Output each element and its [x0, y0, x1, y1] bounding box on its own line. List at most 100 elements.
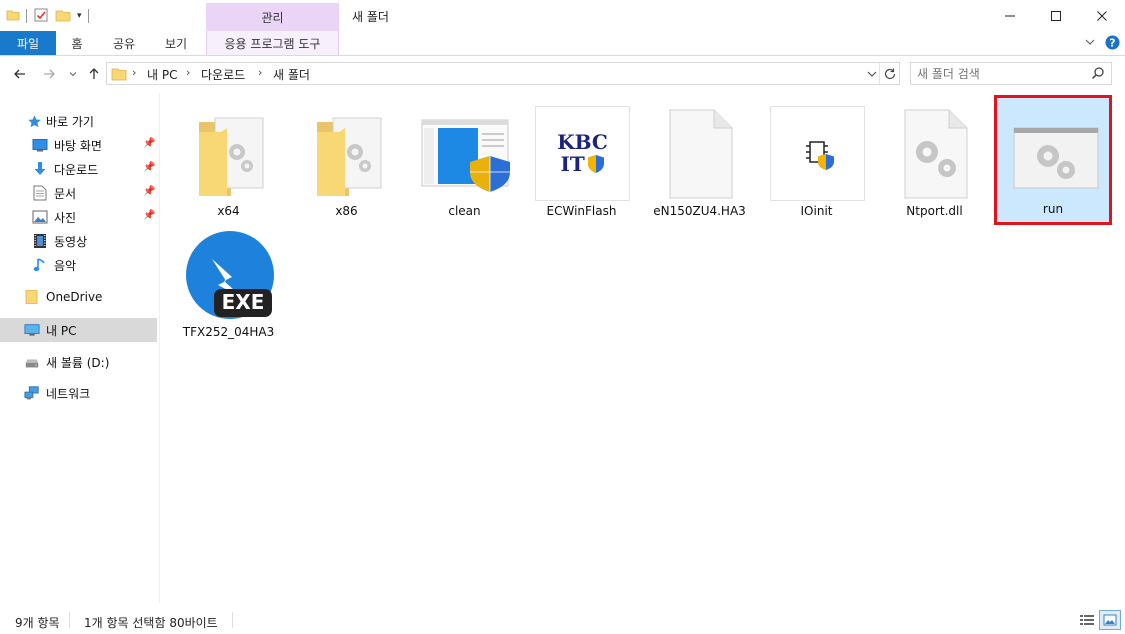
breadcrumb-separator[interactable]: ›	[186, 66, 190, 79]
nav-item-network[interactable]: 네트워크	[0, 381, 157, 405]
details-view-icon	[1080, 615, 1094, 625]
help-button[interactable]: ?	[1105, 35, 1120, 53]
details-view-button[interactable]	[1079, 612, 1095, 631]
shield-icon	[587, 154, 604, 173]
help-icon: ?	[1105, 35, 1120, 50]
back-button[interactable]	[11, 65, 29, 83]
arrow-right-icon	[44, 69, 55, 79]
nav-item-label: 문서	[54, 186, 77, 201]
large-icons-view-icon	[1103, 614, 1117, 626]
video-icon	[32, 233, 48, 249]
customize-qat-icon[interactable]: ▾	[77, 11, 82, 21]
nav-item-music[interactable]: 음악	[0, 253, 157, 277]
nav-item-pictures[interactable]: 사진 📌	[0, 205, 157, 229]
folder-icon	[24, 289, 40, 305]
download-icon	[32, 161, 48, 177]
maximize-button[interactable]	[1033, 0, 1079, 31]
file-item-x64[interactable]: x64	[172, 98, 285, 220]
maximize-icon	[1051, 10, 1061, 21]
file-item-ioinit[interactable]: IOinit	[760, 98, 873, 220]
nav-item-onedrive[interactable]: OneDrive	[0, 285, 157, 309]
nav-item-label: OneDrive	[46, 290, 103, 304]
minimize-icon	[1005, 15, 1015, 16]
title-bar: ▾ 관리 새 폴더	[0, 0, 1125, 31]
folder-icon	[111, 66, 127, 84]
breadcrumb-downloads[interactable]: 다운로드	[201, 66, 245, 83]
picture-icon	[32, 209, 48, 225]
nav-item-this-pc[interactable]: 내 PC	[0, 318, 157, 342]
properties-check-icon[interactable]	[33, 7, 49, 26]
nav-item-downloads[interactable]: 다운로드 📌	[0, 157, 157, 181]
kbc-it-icon: KBC IT	[535, 106, 630, 201]
tab-application-tools[interactable]: 응용 프로그램 도구	[206, 31, 339, 55]
nav-item-label: 바탕 화면	[54, 138, 102, 153]
breadcrumb-separator[interactable]: ›	[258, 66, 262, 79]
breadcrumb-separator: ›	[132, 66, 137, 79]
quick-access-toolbar: ▾	[6, 5, 89, 27]
status-separator	[232, 612, 233, 628]
file-item-en150zu4[interactable]: eN150ZU4.HA3	[643, 98, 756, 220]
nav-item-label: 네트워크	[46, 386, 91, 401]
nav-item-drive-d[interactable]: 새 볼륨 (D:)	[0, 350, 157, 374]
file-item-run[interactable]: run	[994, 95, 1112, 225]
chevron-down-icon	[1085, 39, 1095, 45]
chevron-down-icon	[867, 71, 877, 77]
tab-share[interactable]: 공유	[104, 31, 144, 55]
file-item-ecwinflash[interactable]: KBC IT ECWinFlash	[525, 98, 638, 220]
search-box	[910, 62, 1112, 85]
refresh-button[interactable]	[883, 67, 897, 84]
nav-item-label: 바로 가기	[46, 114, 94, 129]
arrow-up-icon	[89, 68, 99, 79]
address-divider	[879, 63, 880, 84]
file-item-label: run	[1042, 202, 1064, 216]
nav-item-videos[interactable]: 동영상	[0, 229, 157, 253]
new-folder-icon[interactable]	[55, 7, 71, 26]
pin-icon: 📌	[143, 162, 156, 173]
nav-item-quick-access[interactable]: 바로 가기	[0, 109, 157, 133]
context-tab-group-manage: 관리	[206, 3, 339, 31]
file-item-ntport-dll[interactable]: Ntport.dll	[878, 98, 991, 220]
up-button[interactable]	[85, 65, 103, 83]
file-item-label: IOinit	[800, 204, 833, 218]
forward-button[interactable]	[40, 65, 58, 83]
logo-text: KBC	[557, 129, 608, 154]
breadcrumb-new-folder[interactable]: 새 폴더	[273, 66, 310, 83]
file-item-label: x86	[335, 204, 358, 218]
address-dropdown-button[interactable]	[866, 68, 878, 83]
drive-icon	[24, 355, 40, 371]
pin-icon: 📌	[143, 138, 156, 149]
nav-item-label: 음악	[54, 258, 77, 273]
star-icon	[26, 113, 42, 129]
tab-file[interactable]: 파일	[0, 31, 56, 55]
chevron-down-icon	[69, 72, 77, 77]
nav-item-label: 내 PC	[46, 323, 77, 338]
minimize-button[interactable]	[987, 0, 1033, 31]
file-item-tfx252[interactable]: EXE TFX252_04HA3	[172, 219, 285, 341]
ribbon-tabs: 파일 홈 공유 보기 응용 프로그램 도구 ?	[0, 31, 1125, 56]
breadcrumb-this-pc[interactable]: 내 PC	[147, 66, 177, 83]
expand-ribbon-button[interactable]	[1084, 36, 1096, 51]
computer-icon	[24, 322, 40, 338]
exe-badge-text: EXE	[221, 290, 265, 314]
folder-gear-icon	[182, 106, 277, 201]
file-item-x86[interactable]: x86	[290, 98, 403, 220]
recent-locations-button[interactable]	[64, 65, 82, 83]
search-button[interactable]	[1091, 66, 1105, 83]
address-bar[interactable]: › 내 PC › 다운로드 › 새 폴더	[106, 62, 900, 85]
file-item-clean[interactable]: clean	[408, 98, 521, 220]
tab-view[interactable]: 보기	[156, 31, 196, 55]
document-icon	[32, 185, 48, 201]
item-count: 9개 항목	[15, 616, 60, 630]
nav-item-documents[interactable]: 문서 📌	[0, 181, 157, 205]
file-item-label: x64	[217, 204, 240, 218]
file-item-label: TFX252_04HA3	[182, 325, 275, 339]
qat-separator	[87, 9, 89, 23]
close-button[interactable]	[1079, 0, 1125, 31]
search-input[interactable]	[917, 65, 1087, 82]
nav-item-label: 사진	[54, 210, 77, 225]
folder-gear-icon	[300, 106, 395, 201]
nav-item-desktop[interactable]: 바탕 화면 📌	[0, 133, 157, 157]
tab-home[interactable]: 홈	[60, 31, 94, 55]
pin-icon: 📌	[143, 186, 156, 197]
large-icons-view-button[interactable]	[1099, 610, 1121, 630]
